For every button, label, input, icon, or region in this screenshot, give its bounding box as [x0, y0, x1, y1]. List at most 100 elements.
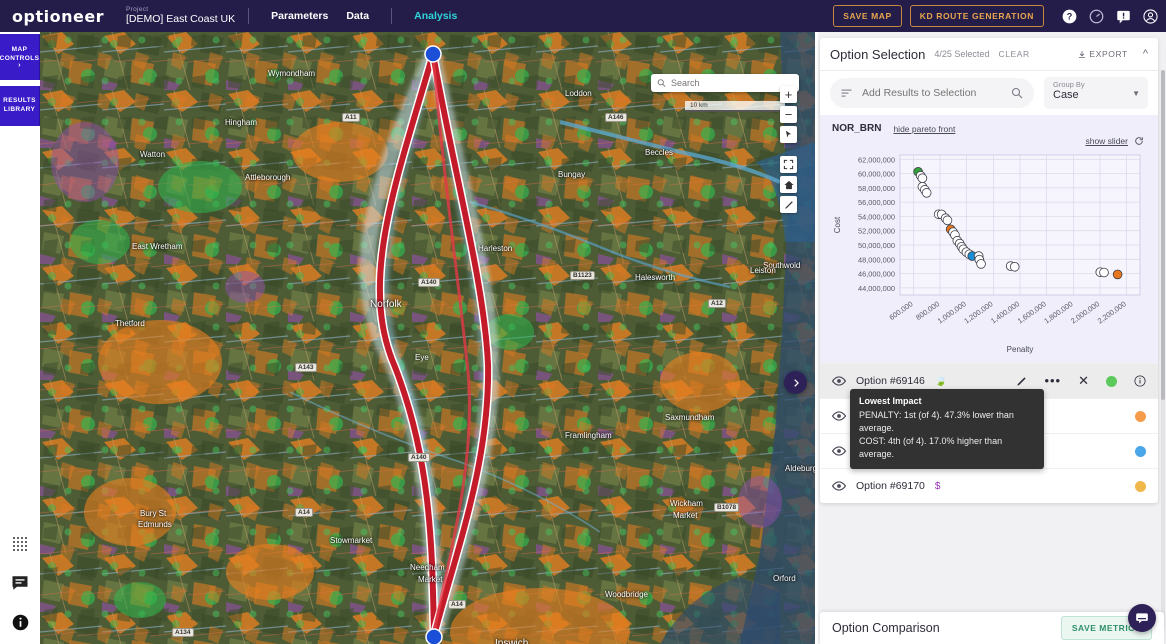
- app-logo[interactable]: optioneer: [0, 7, 118, 26]
- chart-y-tick: 56,000,000: [858, 198, 895, 207]
- chart-x-tick: 1,000,000: [936, 299, 968, 325]
- export-label: EXPORT: [1089, 49, 1128, 59]
- chart-y-tick: 60,000,000: [858, 170, 895, 179]
- chart-data-point[interactable]: [1009, 261, 1020, 272]
- option-color-dot[interactable]: [1135, 445, 1146, 457]
- chart-header: NOR_BRN hide pareto front: [828, 121, 1150, 134]
- chart-title: NOR_BRN: [832, 123, 882, 134]
- visibility-eye-icon[interactable]: [832, 374, 846, 388]
- pareto-chart[interactable]: NOR_BRN hide pareto front show slider 62…: [820, 115, 1158, 363]
- fullscreen-icon[interactable]: [780, 156, 797, 173]
- grid-icon[interactable]: [12, 536, 28, 552]
- chart-y-tick: 44,000,000: [858, 284, 895, 293]
- option-comparison-bar: Option Comparison SAVE METRICS: [820, 612, 1164, 644]
- chat-button[interactable]: [1128, 604, 1156, 632]
- group-by-label: Group By: [1053, 80, 1085, 89]
- chart-data-point[interactable]: [921, 188, 932, 198]
- speedometer-icon[interactable]: [1089, 9, 1104, 24]
- results-library-label: RESULTS LIBRARY: [3, 97, 36, 113]
- project-selector[interactable]: Project [DEMO] East Coast UK: [118, 6, 236, 25]
- option-row[interactable]: Option #69170 $: [820, 468, 1158, 503]
- map-controls-group: + −: [780, 86, 797, 213]
- show-slider-link[interactable]: show slider: [1085, 136, 1128, 146]
- expand-panel-button[interactable]: [784, 371, 807, 394]
- sidebar-item-map-controls[interactable]: MAP CONTROLS ›: [0, 34, 40, 80]
- draw-icon[interactable]: [780, 196, 797, 213]
- feedback-icon[interactable]: [11, 574, 29, 592]
- chart-data-point[interactable]: [917, 173, 928, 184]
- chart-x-tick: 2,000,000: [1069, 299, 1101, 325]
- chart-x-axis-label: Penalty: [1007, 345, 1034, 354]
- hide-pareto-front-link[interactable]: hide pareto front: [893, 124, 955, 134]
- option-selection-header: Option Selection 4/25 Selected CLEAR EXP…: [820, 38, 1158, 71]
- chevron-right-icon: [793, 378, 799, 387]
- metric-tooltip: Lowest Impact PENALTY: 1st (of 4). 47.3%…: [850, 389, 1044, 470]
- save-map-button[interactable]: SAVE MAP: [833, 5, 902, 27]
- nav-data[interactable]: Data: [337, 10, 378, 22]
- chart-x-tick: 1,400,000: [989, 299, 1021, 325]
- map-view[interactable]: Wymondham Hingham Loddon Beccles Bungay Watto…: [40, 32, 815, 644]
- notifications-icon[interactable]: [1116, 9, 1131, 24]
- chart-subheader: show slider: [828, 134, 1150, 147]
- chart-data-point[interactable]: [1112, 269, 1123, 280]
- zoom-in-icon[interactable]: +: [780, 86, 797, 103]
- option-toolbar: Group By Case ▼: [820, 71, 1158, 115]
- chevron-up-icon[interactable]: ^: [1137, 48, 1148, 60]
- map-search[interactable]: [651, 74, 799, 92]
- app-root: optioneer Project [DEMO] East Coast UK P…: [0, 0, 1166, 644]
- group-by-value: Case: [1053, 89, 1079, 101]
- add-results-search[interactable]: [830, 78, 1034, 108]
- account-icon[interactable]: [1143, 8, 1158, 24]
- add-results-input[interactable]: [862, 87, 1002, 99]
- home-icon[interactable]: [780, 176, 797, 193]
- map-search-input[interactable]: [670, 78, 793, 88]
- selected-count: 4/25 Selected: [934, 49, 990, 59]
- remove-icon[interactable]: ✕: [1078, 374, 1089, 387]
- leaf-icon: 🍃: [934, 375, 948, 387]
- nav-parameters[interactable]: Parameters: [262, 10, 337, 22]
- header-icon-group: ?: [1062, 8, 1158, 24]
- zoom-out-icon[interactable]: −: [780, 106, 797, 123]
- option-color-dot[interactable]: [1135, 480, 1146, 492]
- more-icon[interactable]: •••: [1044, 374, 1061, 387]
- route-generation-button[interactable]: KD ROUTE GENERATION: [909, 5, 1044, 27]
- visibility-eye-icon[interactable]: [832, 444, 846, 458]
- option-color-dot[interactable]: [1106, 375, 1117, 387]
- info-icon[interactable]: [12, 614, 29, 631]
- sidebar-item-results-library[interactable]: RESULTS LIBRARY: [0, 86, 40, 126]
- chart-x-tick: 1,600,000: [1016, 299, 1048, 325]
- chart-x-tick: 1,200,000: [962, 299, 994, 325]
- chart-y-tick: 58,000,000: [858, 184, 895, 193]
- option-comparison-title: Option Comparison: [832, 621, 940, 635]
- info-icon[interactable]: [1134, 375, 1146, 387]
- panel-scroll-thumb[interactable]: [1161, 70, 1165, 400]
- export-button[interactable]: EXPORT: [1078, 49, 1127, 59]
- pointer-icon[interactable]: [780, 126, 797, 143]
- search-icon: [657, 79, 666, 88]
- option-actions: [1135, 445, 1146, 457]
- group-by-select[interactable]: Group By Case ▼: [1044, 77, 1148, 109]
- chart-plot-area[interactable]: 62,000,000 60,000,000 58,000,000 56,000,000…: [828, 147, 1150, 359]
- chart-data-point[interactable]: [942, 215, 953, 226]
- option-actions: ••• ✕: [1016, 374, 1146, 387]
- search-icon[interactable]: [1011, 87, 1023, 99]
- help-icon[interactable]: ?: [1062, 9, 1077, 24]
- visibility-eye-icon[interactable]: [832, 479, 846, 493]
- chart-data-point[interactable]: [976, 259, 986, 269]
- refresh-icon[interactable]: [1134, 136, 1144, 146]
- visibility-eye-icon[interactable]: [832, 409, 846, 423]
- filter-icon: [841, 89, 852, 97]
- option-actions: [1135, 410, 1146, 422]
- chart-data-point[interactable]: [1099, 267, 1109, 278]
- dollar-icon: $: [934, 480, 941, 492]
- panel-scrollbar[interactable]: [1161, 70, 1165, 630]
- project-name: [DEMO] East Coast UK: [126, 12, 236, 25]
- chart-x-tick: 2,200,000: [1096, 299, 1128, 325]
- map-canvas[interactable]: [40, 32, 815, 644]
- edit-icon[interactable]: [1016, 376, 1027, 387]
- nav-analysis[interactable]: Analysis: [405, 10, 466, 22]
- option-color-dot[interactable]: [1135, 410, 1146, 422]
- chart-y-axis-label: Cost: [833, 216, 842, 233]
- clear-button[interactable]: CLEAR: [998, 49, 1029, 59]
- map-scale-bar: 10 km: [685, 101, 785, 112]
